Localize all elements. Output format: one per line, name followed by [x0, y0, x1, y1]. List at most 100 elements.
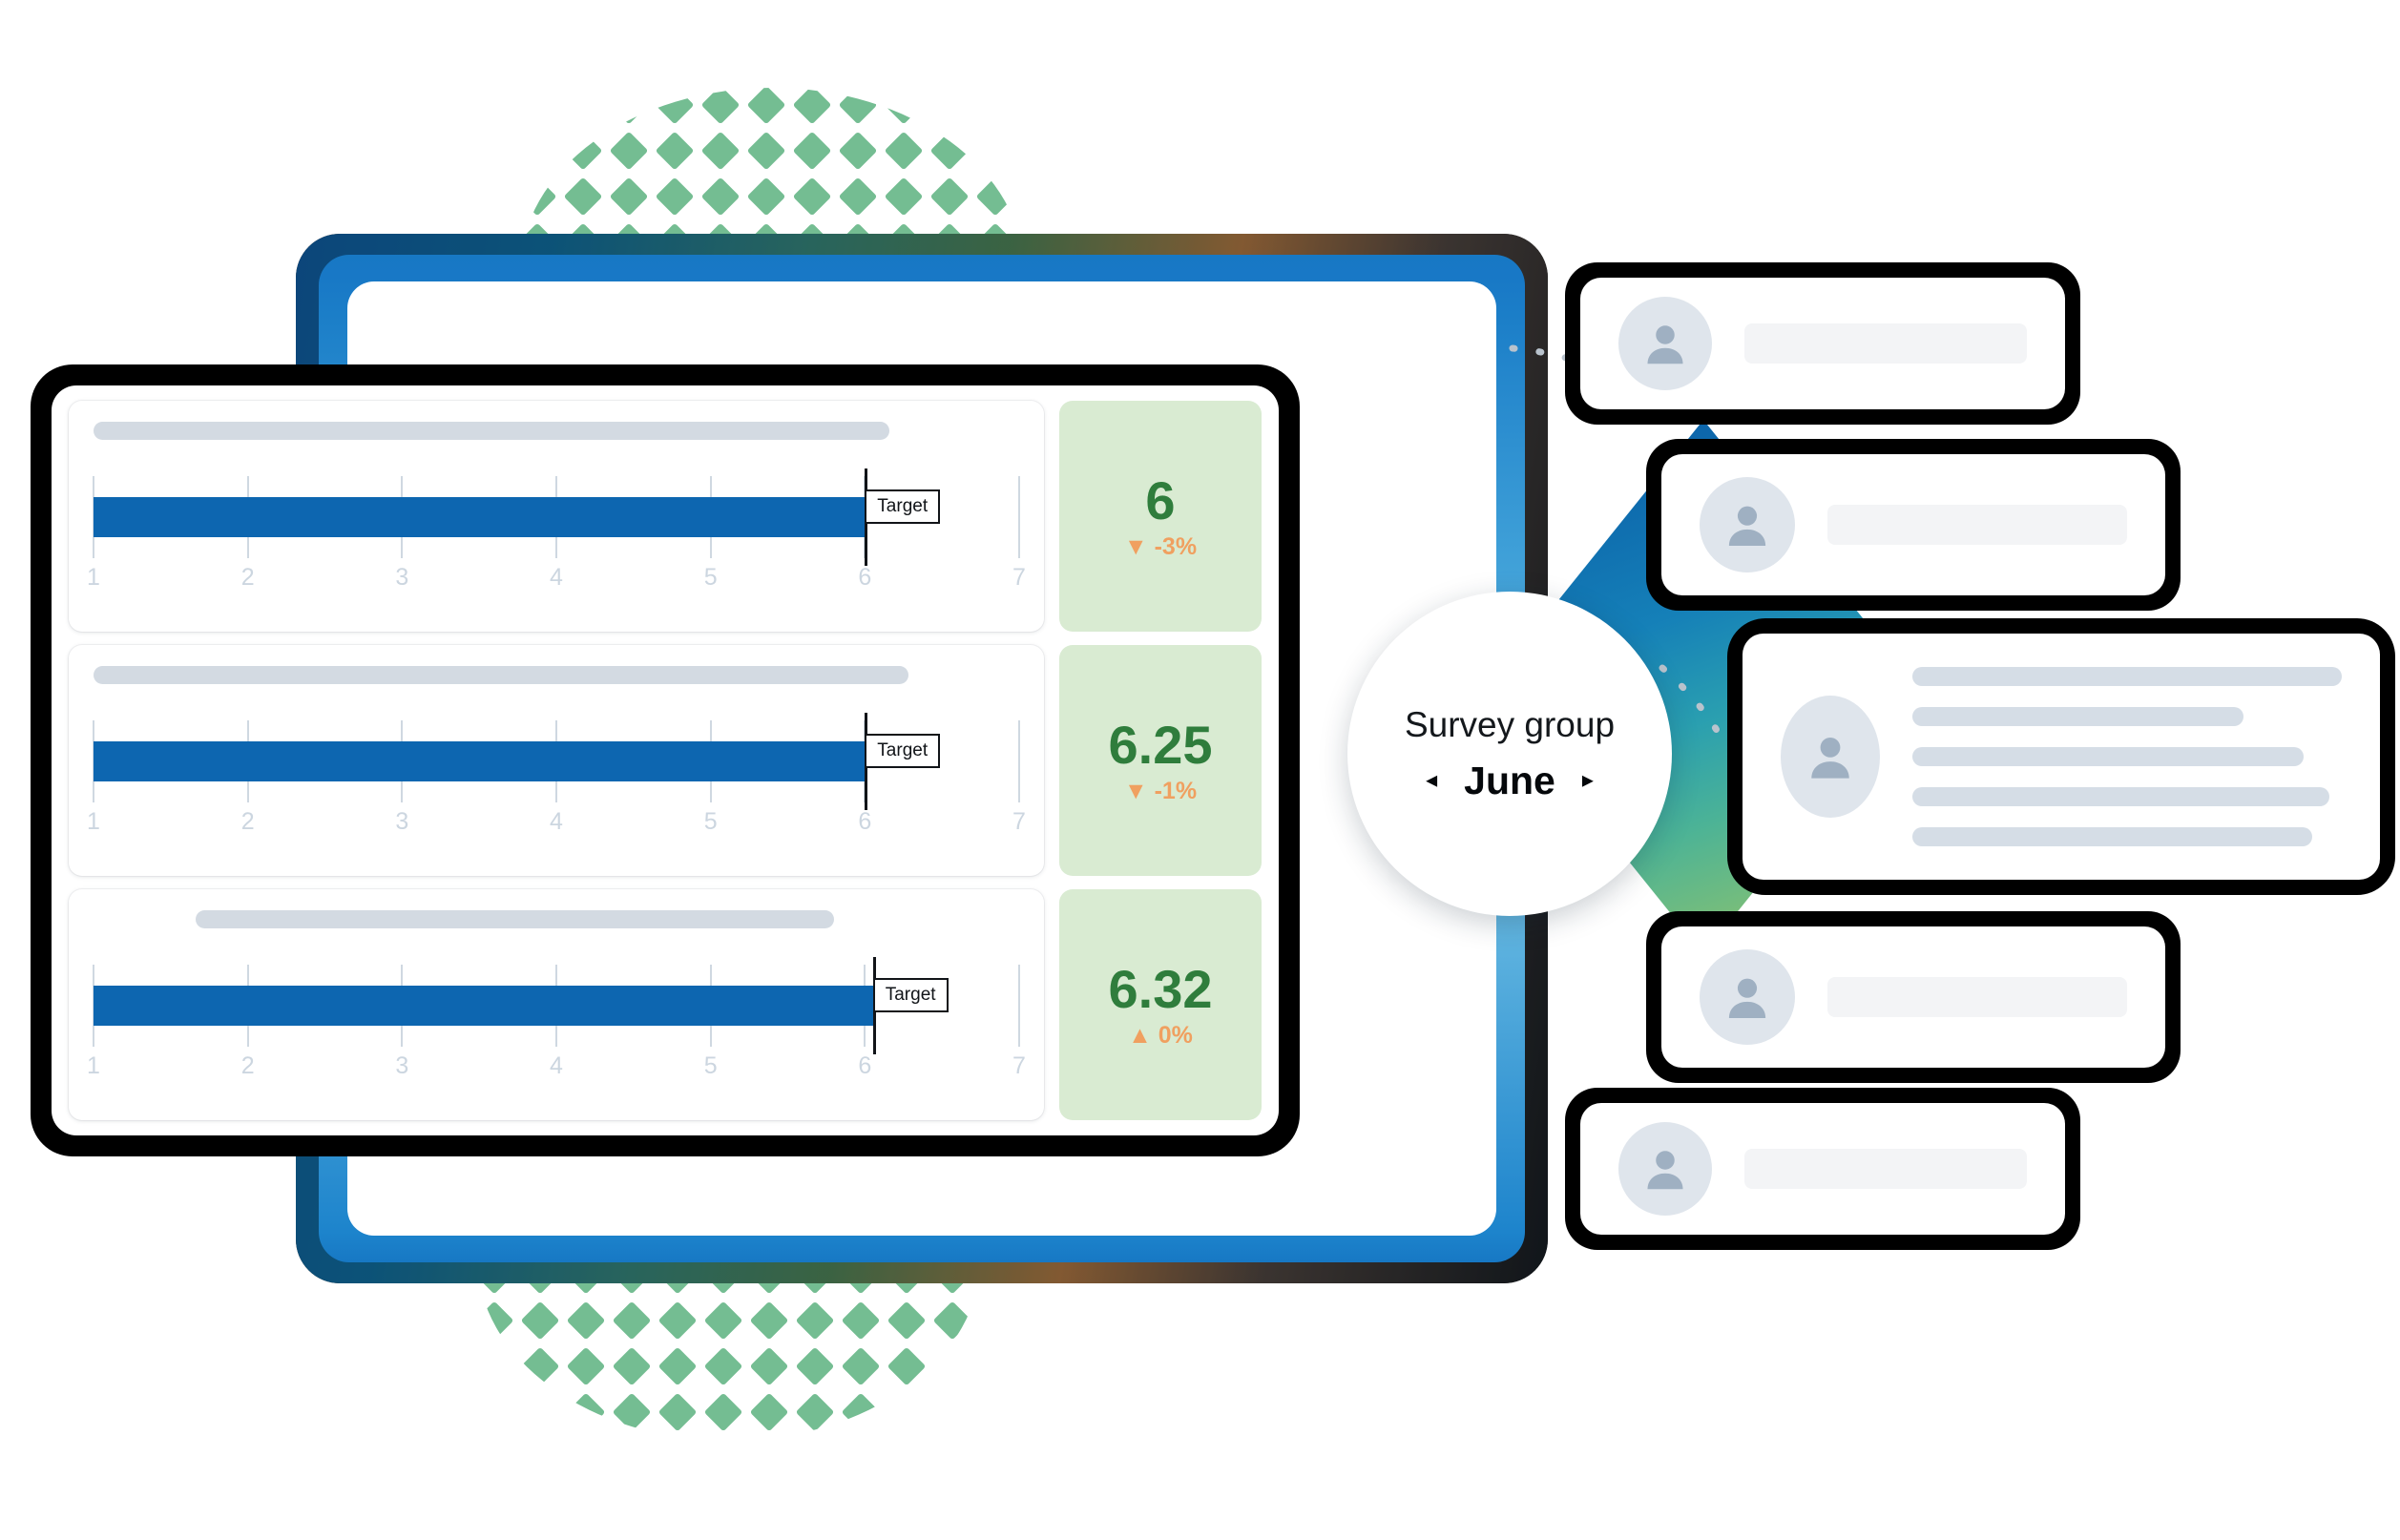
- decoration-diamond: [612, 1392, 652, 1432]
- prev-period-arrow-icon[interactable]: ◂: [1426, 769, 1437, 792]
- bullet-chart-1: Target 1 2 3 4 5 6 7: [87, 465, 1026, 620]
- kpi-delta-arrow-icon: ▼: [1123, 532, 1148, 560]
- axis-tick-label: 7: [1012, 808, 1026, 835]
- axis-tick-label: 5: [703, 1052, 718, 1079]
- decoration-diamond: [838, 88, 878, 125]
- bullet-chart-card-3[interactable]: Target 1 2 3 4 5 6 7: [69, 889, 1044, 1120]
- comment-line: [1744, 323, 2027, 364]
- comment-card-1-frame[interactable]: [1565, 262, 2080, 425]
- decoration-diamond: [655, 131, 695, 171]
- comment-card-3[interactable]: [1743, 634, 2380, 880]
- metric-row: Target 1 2 3 4 5 6 7 6 ▼ -3%: [69, 401, 1262, 632]
- comment-line: [1912, 667, 2342, 686]
- axis-tick-label: 6: [858, 1052, 872, 1079]
- decoration-diamond: [566, 1346, 606, 1386]
- decoration-diamond: [884, 88, 924, 125]
- person-glyph-icon: [1647, 325, 1683, 364]
- axis-tick-label: 5: [703, 564, 718, 591]
- survey-group-title: Survey group: [1404, 704, 1616, 744]
- axis-tick-label: 3: [395, 808, 409, 835]
- dashboard-panel: Target 1234567 6 ▼ -3% Target 1 2 3 4 5 …: [52, 385, 1279, 1135]
- comment-line: [1912, 747, 2304, 766]
- comment-card-3-frame[interactable]: [1727, 618, 2395, 895]
- axis-tick-label: 4: [550, 564, 563, 591]
- comment-card-2[interactable]: [1661, 454, 2165, 595]
- decoration-diamond: [884, 131, 924, 171]
- metric-title-placeholder: [195, 910, 834, 928]
- axis-tick-label: 2: [240, 564, 255, 591]
- comment-card-4-frame[interactable]: [1646, 911, 2181, 1083]
- bullet-axis-1: 1 2 3 4 5 6 7: [87, 564, 1026, 596]
- decoration-diamond: [975, 131, 1015, 171]
- axis-tick-label: 3: [395, 564, 409, 591]
- axis-tick-label: 5: [703, 808, 718, 835]
- decoration-diamond: [841, 1346, 881, 1386]
- bullet-axis-3: 1 2 3 4 5 6 7: [87, 1052, 1026, 1085]
- decoration-diamond: [520, 131, 557, 171]
- kpi-delta-arrow-icon: ▼: [1123, 777, 1148, 804]
- comment-card-2-frame[interactable]: [1646, 439, 2181, 611]
- decoration-diamond: [929, 88, 970, 125]
- bullet-chart-2: Target 1 2 3 4 5 6 7: [87, 709, 1026, 864]
- axis-tick-label: 4: [550, 1052, 563, 1079]
- person-glyph-icon: [1728, 506, 1766, 546]
- kpi-value: 6.32: [1108, 958, 1213, 1019]
- metric-row: Target 1 2 3 4 5 6 7 6.25 ▼ -1%: [69, 645, 1262, 876]
- metric-title-placeholder: [94, 666, 908, 684]
- decoration-diamond: [932, 1346, 972, 1386]
- axis-tick-label: 7: [1012, 1052, 1026, 1079]
- metric-title-placeholder: [94, 422, 890, 440]
- decoration-diamond: [609, 177, 649, 217]
- target-badge: Target: [872, 978, 949, 1012]
- user-avatar-icon: [1618, 1122, 1712, 1216]
- axis-tick-label: 2: [240, 1052, 255, 1079]
- decoration-diamond: [841, 1392, 881, 1432]
- decoration-diamond: [657, 1346, 698, 1386]
- kpi-card-3[interactable]: 6.32 ▲ 0%: [1059, 889, 1262, 1120]
- decoration-diamond: [792, 131, 832, 171]
- decoration-diamond: [887, 1392, 927, 1432]
- kpi-delta: ▼ -3%: [1123, 532, 1197, 560]
- survey-group-widget[interactable]: Survey group ◂ June ▸: [1347, 592, 1672, 916]
- metric-row: Target 1 2 3 4 5 6 7 6.32 ▲ 0%: [69, 889, 1262, 1120]
- decoration-diamond: [703, 1392, 743, 1432]
- decoration-diamond: [932, 1392, 972, 1432]
- comment-line: [1744, 1149, 2027, 1189]
- comment-line: [1912, 707, 2243, 726]
- decoration-diamond: [520, 1392, 560, 1432]
- survey-period-nav: ◂ June ▸: [1426, 759, 1594, 803]
- decoration-diamond: [520, 88, 557, 125]
- comment-card-1[interactable]: [1580, 278, 2065, 409]
- comment-line: [1912, 827, 2312, 846]
- target-badge: Target: [865, 489, 941, 524]
- kpi-card-2[interactable]: 6.25 ▼ -1%: [1059, 645, 1262, 876]
- kpi-card-1[interactable]: 6 ▼ -3%: [1059, 401, 1262, 632]
- comment-text-placeholder: [1827, 505, 2127, 545]
- decoration-diamond: [884, 177, 924, 217]
- bullet-value-bar: [94, 986, 876, 1026]
- axis-tick-label: 2: [240, 808, 255, 835]
- kpi-value: 6.25: [1108, 714, 1213, 775]
- comment-card-5[interactable]: [1580, 1103, 2065, 1235]
- axis-tick-label: 6: [858, 564, 872, 591]
- bullet-chart-card-2[interactable]: Target 1 2 3 4 5 6 7: [69, 645, 1044, 876]
- person-glyph-icon: [1728, 978, 1766, 1018]
- bullet-chart-card-1[interactable]: Target 1 2 3 4 5 6 7: [69, 401, 1044, 632]
- next-period-arrow-icon[interactable]: ▸: [1582, 769, 1594, 792]
- decoration-diamond: [655, 177, 695, 217]
- decoration-diamond: [749, 1301, 789, 1341]
- comment-card-4[interactable]: [1661, 926, 2165, 1068]
- user-avatar-icon: [1700, 949, 1795, 1045]
- decoration-diamond: [520, 1301, 560, 1341]
- decoration-diamond: [703, 1346, 743, 1386]
- comment-text-placeholder: [1744, 1149, 2027, 1189]
- bullet-axis-2: 1 2 3 4 5 6 7: [87, 808, 1026, 841]
- user-avatar-icon: [1781, 696, 1880, 818]
- comment-card-5-frame[interactable]: [1565, 1088, 2080, 1250]
- decoration-diamond: [887, 1301, 927, 1341]
- person-glyph-icon: [1811, 738, 1849, 779]
- decoration-diamond: [563, 88, 603, 125]
- decoration-diamond: [520, 1346, 560, 1386]
- decoration-diamond: [929, 177, 970, 217]
- decoration-diamond: [612, 1346, 652, 1386]
